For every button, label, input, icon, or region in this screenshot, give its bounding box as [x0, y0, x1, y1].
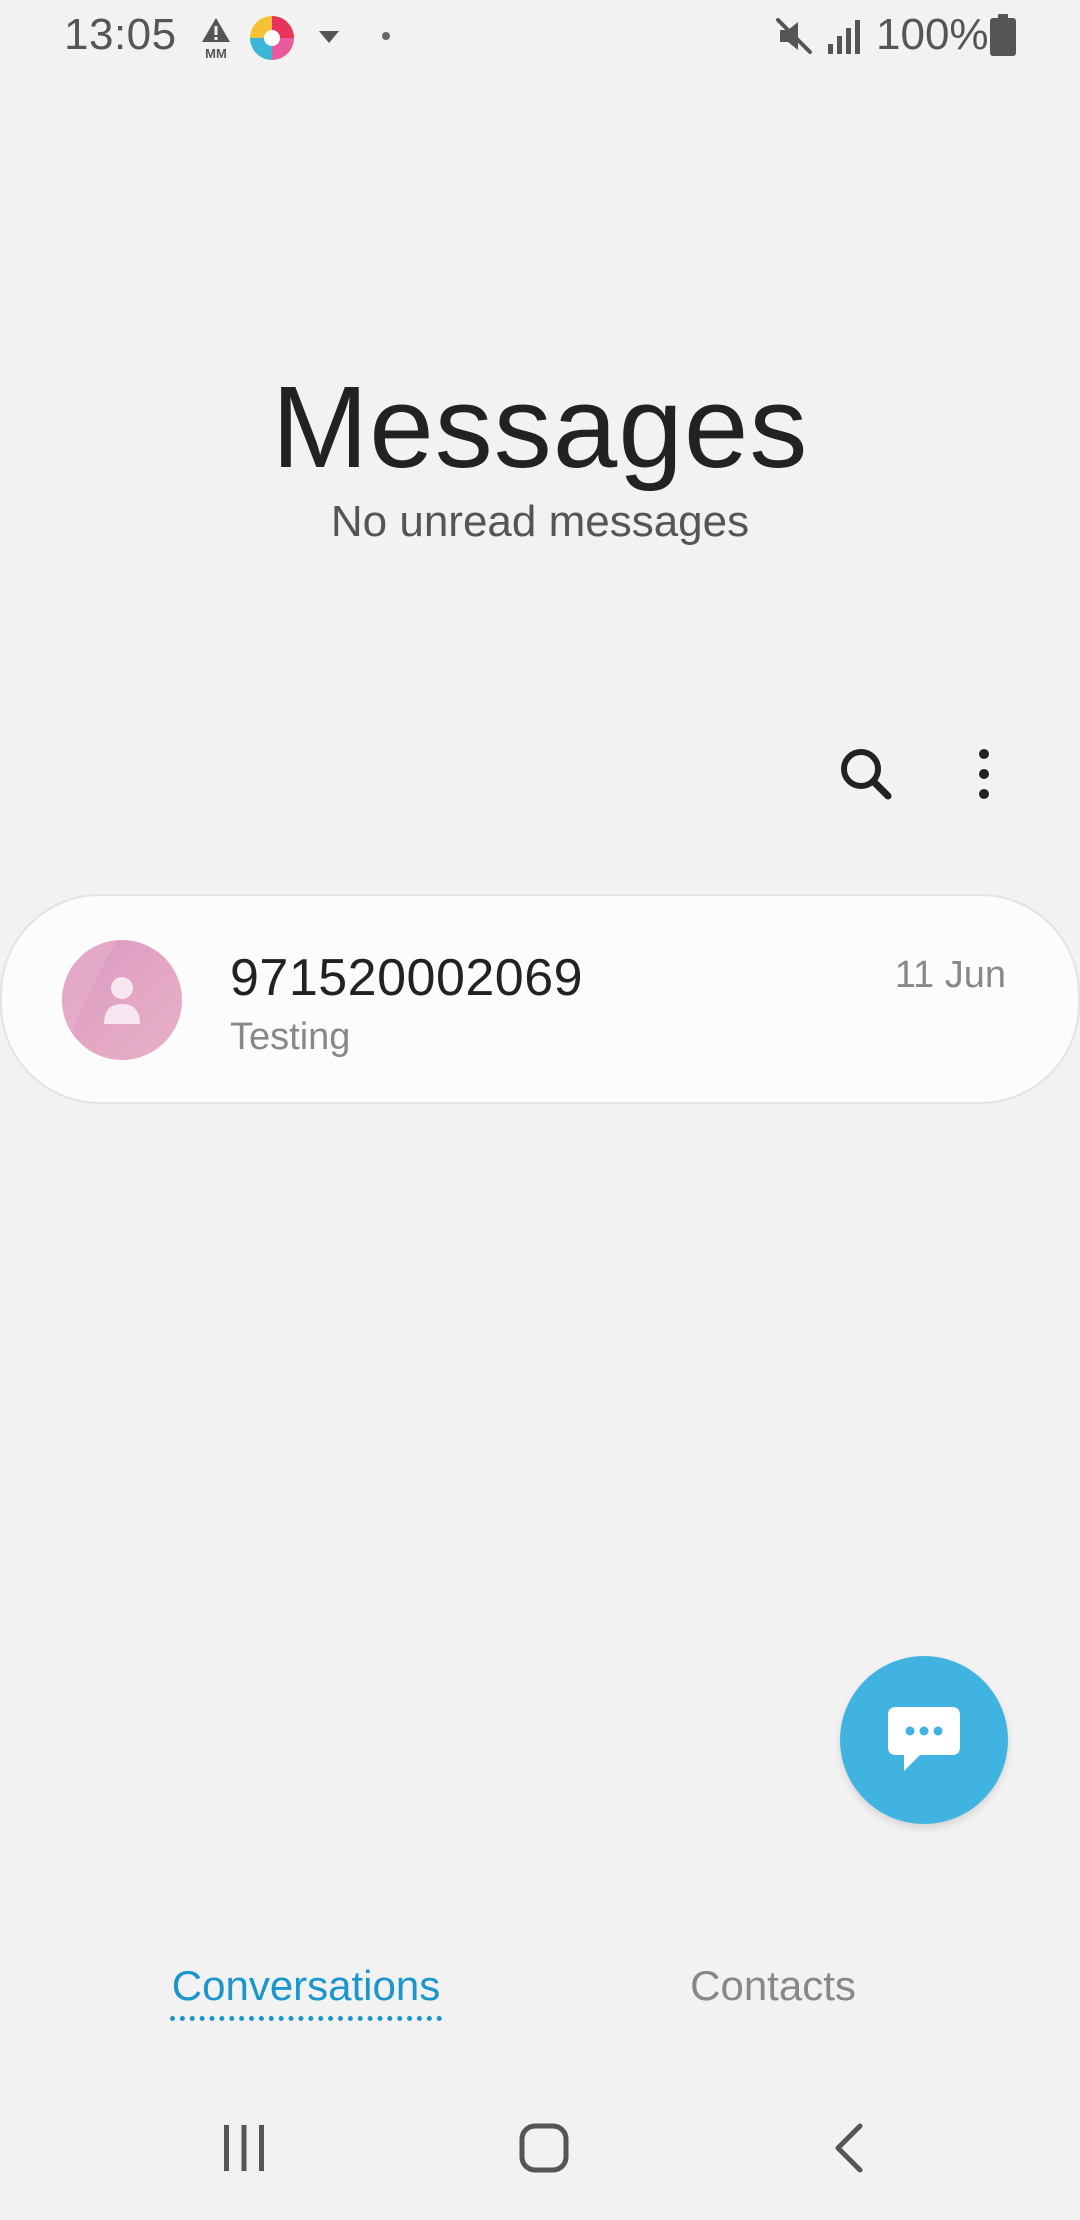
page-title: Messages [271, 362, 809, 492]
dot-icon [382, 32, 390, 40]
conversation-item[interactable]: 971520002069 Testing 11 Jun [0, 894, 1080, 1104]
recents-button[interactable] [196, 2110, 292, 2186]
unread-status: No unread messages [330, 497, 750, 546]
new-message-button[interactable] [840, 1656, 1008, 1824]
new-message-icon [888, 1707, 960, 1771]
back-icon [835, 2123, 863, 2173]
search-button[interactable] [826, 734, 906, 814]
mm-label: MM [205, 46, 227, 60]
messages-screen: 13:05 MM 100% Messages No unread message… [0, 0, 1080, 2220]
app-notification-icon [250, 16, 294, 60]
dropdown-caret-icon [319, 31, 339, 43]
more-options-icon [979, 749, 989, 799]
more-options-button[interactable] [944, 734, 1024, 814]
status-bar: 13:05 MM 100% [0, 0, 1080, 72]
tab-conversations[interactable]: Conversations [170, 1962, 442, 2010]
conversation-name: 971520002069 [230, 949, 584, 1007]
person-icon [62, 940, 140, 1060]
tab-contacts[interactable]: Contacts [660, 1962, 886, 2010]
back-button[interactable] [800, 2110, 896, 2186]
mute-icon [776, 18, 812, 54]
recents-icon [224, 2125, 264, 2171]
battery-icon [990, 14, 1016, 56]
conversation-snippet: Testing [230, 1016, 351, 1058]
home-icon [519, 2123, 569, 2173]
battery-percentage: 100% [876, 10, 989, 59]
signal-icon [828, 20, 860, 54]
status-time: 13:05 [64, 10, 177, 59]
home-button[interactable] [496, 2110, 592, 2186]
selected-tab-indicator [170, 2016, 442, 2021]
search-icon [841, 749, 892, 800]
avatar[interactable] [62, 940, 182, 1060]
conversation-date: 11 Jun [894, 954, 1006, 996]
mm-network-icon: MM [202, 18, 230, 60]
